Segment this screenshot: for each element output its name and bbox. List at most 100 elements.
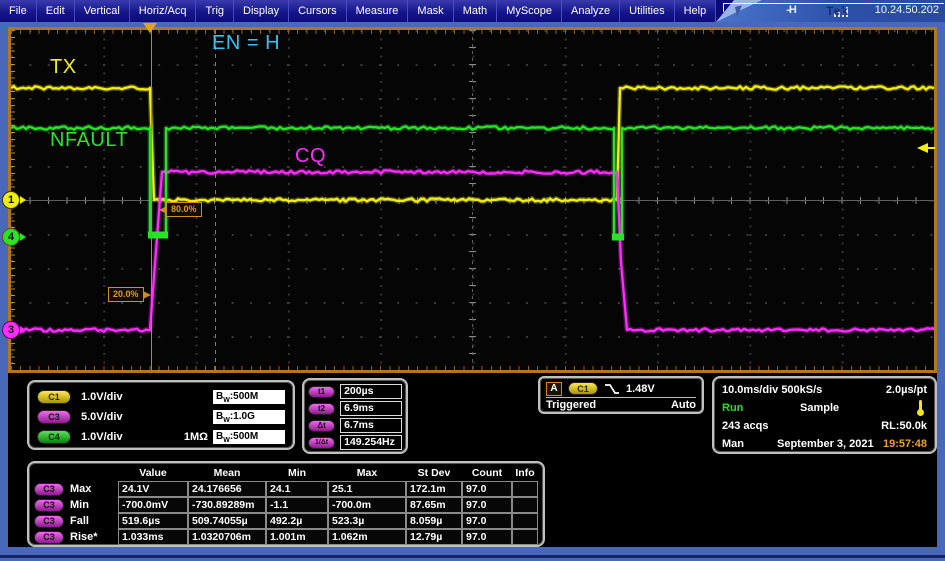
meas-source-pill[interactable]: C3: [34, 514, 64, 528]
meas-cell: -700.0m: [328, 497, 406, 513]
menu-trig[interactable]: Trig: [196, 0, 235, 22]
c4-pill[interactable]: C4: [37, 430, 71, 444]
ref-level-low-tag: 20.0%: [108, 287, 150, 302]
c4-scale[interactable]: 1.0V/div: [81, 431, 123, 443]
trigger-source-pill[interactable]: C1: [568, 382, 598, 395]
menu-edit[interactable]: Edit: [37, 0, 75, 22]
meas-cell: [512, 529, 538, 545]
channel-4-marker[interactable]: 4: [2, 228, 26, 246]
graticule: TX EN = H NFAULT CQ 80.0% 20.0%: [11, 30, 934, 370]
meas-cell: 25.1: [328, 481, 406, 497]
acq-state[interactable]: Run: [722, 402, 743, 414]
channel-row-c1: C1 1.0V/div BW:500M: [37, 387, 285, 407]
meas-cell: 87.65m: [406, 497, 462, 513]
meas-cell: 12.79µ: [406, 529, 462, 545]
label-cq: CQ: [295, 145, 326, 167]
menu-file[interactable]: File: [0, 0, 37, 22]
meas-row-label: C3 Min: [34, 497, 118, 513]
meas-row-label: C3 Fall: [34, 513, 118, 529]
dt-value: 6.7ms: [340, 418, 402, 433]
meas-cell: -700.0mV: [118, 497, 188, 513]
meas-name[interactable]: Rise*: [70, 531, 98, 543]
meas-cell: 523.3µ: [328, 513, 406, 529]
t2-pill[interactable]: t2: [308, 402, 336, 415]
menu-myscope[interactable]: MyScope: [497, 0, 563, 22]
sample-resolution: 2.0µs/pt: [885, 384, 927, 396]
time-readout: 19:57:48: [882, 438, 927, 450]
meas-name[interactable]: Max: [70, 483, 91, 495]
meas-cell: 97.0: [462, 529, 512, 545]
c3-pill[interactable]: C3: [37, 410, 71, 424]
cursor-dt-row: Δt 6.7ms: [308, 417, 402, 434]
meas-cell: 172.1m: [406, 481, 462, 497]
meas-cell: [512, 513, 538, 529]
label-tx: TX: [50, 56, 77, 78]
col-header-min: Min: [287, 467, 307, 479]
measurement-table: Value Mean Min Max St Dev Count Info C3 …: [34, 465, 538, 545]
header-spacer: [34, 465, 118, 481]
channel-readout-panel: C1 1.0V/div BW:500M C3 5.0V/div BW:1.0G …: [27, 380, 295, 450]
cursor-1-line[interactable]: [151, 30, 152, 370]
c4-bandwidth[interactable]: BW:500M: [213, 430, 285, 444]
meas-cell: [512, 497, 538, 513]
meas-source-pill[interactable]: C3: [34, 530, 64, 544]
ref-level-high-tag: 80.0%: [159, 202, 202, 217]
menu-display[interactable]: Display: [234, 0, 290, 22]
meas-source-pill[interactable]: C3: [34, 482, 64, 496]
date-readout: September 3, 2021: [777, 438, 874, 450]
trigger-mode[interactable]: Auto: [671, 399, 696, 411]
trigger-position-marker[interactable]: [143, 23, 157, 33]
c3-bandwidth[interactable]: BW:1.0G: [213, 410, 285, 424]
col-header-mean: Mean: [213, 467, 241, 479]
graticule-frame: TX EN = H NFAULT CQ 80.0% 20.0%: [8, 27, 937, 373]
col-header-value: Value: [139, 467, 167, 479]
timebase-readout[interactable]: 10.0ms/div 500kS/s: [722, 384, 822, 396]
window-corner-line: [723, 3, 944, 12]
channel-row-c3: C3 5.0V/div BW:1.0G: [37, 407, 285, 427]
meas-source-pill[interactable]: C3: [34, 498, 64, 512]
acq-mode[interactable]: Sample: [800, 402, 839, 414]
label-nfault: NFAULT: [50, 129, 129, 151]
meas-cell: 492.2µ: [266, 513, 328, 529]
menu-utilities[interactable]: Utilities: [620, 0, 675, 22]
trigger-status: Triggered: [546, 399, 597, 411]
trigger-level-arrow[interactable]: [917, 143, 935, 153]
menu-measure[interactable]: Measure: [347, 0, 409, 22]
meas-cell: 24.1: [266, 481, 328, 497]
trigger-a-box[interactable]: A: [546, 381, 562, 396]
c1-bandwidth[interactable]: BW:500M: [213, 390, 285, 404]
meas-name[interactable]: Fall: [70, 515, 89, 527]
meas-cell: 509.74055µ: [188, 513, 266, 529]
falling-edge-icon: [605, 383, 619, 394]
meas-cell: 1.001m: [266, 529, 328, 545]
inv-dt-pill[interactable]: 1/Δt: [308, 436, 336, 449]
col-header-info: Info: [515, 467, 535, 479]
menu-math[interactable]: Math: [454, 0, 498, 22]
meas-cell: 97.0: [462, 497, 512, 513]
menu-analyze[interactable]: Analyze: [562, 0, 621, 22]
c1-pill[interactable]: C1: [37, 390, 71, 404]
acq-count: 243 acqs: [722, 420, 769, 432]
waveform-traces: [11, 83, 934, 335]
meas-cell: [512, 481, 538, 497]
t1-pill[interactable]: t1: [308, 385, 336, 398]
label-en-h: EN = H: [212, 32, 281, 54]
menu-cursors[interactable]: Cursors: [289, 0, 347, 22]
meas-name[interactable]: Min: [70, 499, 89, 511]
c1-scale[interactable]: 1.0V/div: [81, 391, 123, 403]
trigger-readout-panel: A C1 1.48V Triggered Auto: [538, 376, 704, 414]
col-header-count: Count: [471, 467, 503, 479]
menu-vertical[interactable]: Vertical: [75, 0, 130, 22]
menu-help[interactable]: Help: [675, 0, 717, 22]
c3-scale[interactable]: 5.0V/div: [81, 411, 123, 423]
dt-pill[interactable]: Δt: [308, 419, 336, 432]
meas-cell: 24.176656: [188, 481, 266, 497]
menu-horiz-acq[interactable]: Horiz/Acq: [130, 0, 197, 22]
meas-row-label: C3 Max: [34, 481, 118, 497]
channel-1-marker[interactable]: 1: [2, 191, 26, 209]
trigger-level-value[interactable]: 1.48V: [626, 383, 655, 395]
channel-3-marker[interactable]: 3: [2, 321, 26, 339]
record-length: RL:50.0k: [881, 420, 927, 432]
menu-mask[interactable]: Mask: [408, 0, 454, 22]
cursor-2-line[interactable]: [215, 30, 216, 370]
